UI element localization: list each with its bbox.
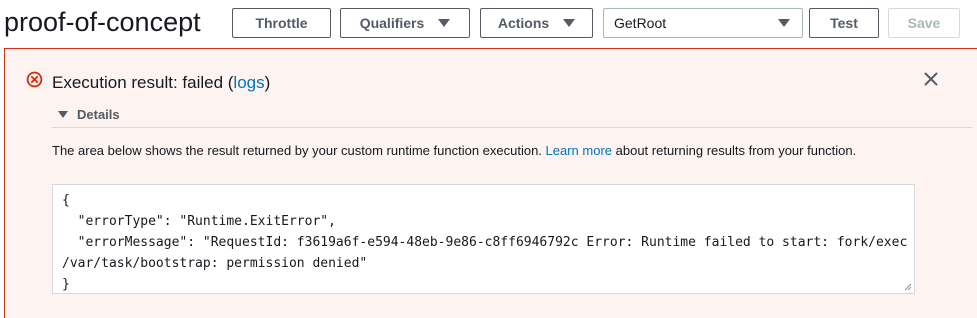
close-button[interactable] — [919, 67, 943, 91]
execution-result-panel: Execution result: failed (logs) Details … — [4, 48, 977, 318]
result-output-textarea[interactable]: { "errorType": "Runtime.ExitError", "err… — [52, 184, 915, 294]
details-toggle[interactable]: Details — [58, 107, 120, 122]
execution-result-title: Execution result: failed (logs) — [52, 73, 270, 93]
caret-down-icon — [58, 111, 68, 118]
save-button[interactable]: Save — [888, 8, 960, 38]
logs-link[interactable]: logs — [233, 73, 264, 92]
caret-down-icon — [438, 19, 451, 27]
test-button[interactable]: Test — [809, 8, 879, 38]
result-description: The area below shows the result returned… — [52, 140, 912, 161]
caret-down-icon — [778, 19, 790, 27]
details-label: Details — [77, 107, 120, 122]
description-text: The area below shows the result returned… — [52, 143, 546, 158]
qualifiers-dropdown[interactable]: Qualifiers — [340, 8, 470, 38]
test-button-label: Test — [830, 15, 858, 31]
divider — [52, 127, 972, 128]
resize-grip-icon[interactable] — [903, 282, 912, 291]
result-title-suffix: ) — [264, 73, 271, 92]
throttle-button-label: Throttle — [255, 15, 308, 31]
caret-down-icon — [563, 19, 576, 27]
test-event-select[interactable]: GetRoot — [603, 8, 803, 38]
toolbar: proof-of-concept Throttle Qualifiers Act… — [0, 0, 977, 46]
qualifiers-label: Qualifiers — [359, 15, 425, 31]
result-title-prefix: Execution result: failed ( — [52, 73, 234, 92]
description-suffix: about returning results from your functi… — [612, 143, 857, 158]
page-title: proof-of-concept — [4, 7, 201, 37]
throttle-button[interactable]: Throttle — [232, 8, 331, 38]
actions-dropdown[interactable]: Actions — [480, 8, 593, 38]
actions-label: Actions — [497, 15, 550, 31]
save-button-label: Save — [907, 15, 941, 31]
error-circle-x-icon — [26, 71, 43, 88]
result-output-text: { "errorType": "Runtime.ExitError", "err… — [62, 193, 908, 292]
learn-more-link[interactable]: Learn more — [546, 143, 612, 158]
test-event-value: GetRoot — [614, 15, 667, 31]
close-x-icon — [924, 72, 938, 86]
